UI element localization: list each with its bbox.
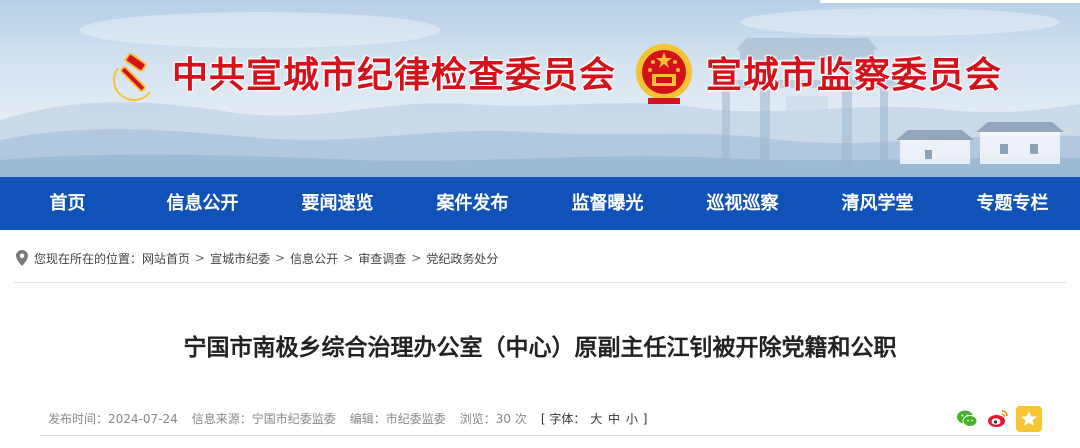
info-source: 信息来源：宁国市纪委监委 [191, 411, 336, 426]
header-banner: 中共宣城市纪律检查委员会 宣城市监察委员会 [0, 0, 1080, 177]
font-size-small-button[interactable]: 小 [626, 412, 638, 426]
nav-item-supervision-exposure[interactable]: 监督曝光 [540, 177, 675, 230]
party-emblem-icon [113, 52, 151, 101]
nav-item-news[interactable]: 要闻速览 [270, 177, 405, 230]
banner-title-supervision: 宣城市监察委员会 [706, 54, 1003, 96]
meta-divider [40, 435, 1040, 436]
nav-item-info-disclosure[interactable]: 信息公开 [135, 177, 270, 230]
article-container: 您现在所在的位置： 网站首页 > 宣城市纪委 > 信息公开 > 审查调查 > 党… [0, 230, 1080, 448]
add-favorite-button[interactable] [1016, 406, 1042, 432]
breadcrumb-item-commission[interactable]: 宣城市纪委 [210, 250, 270, 267]
national-emblem-icon [636, 44, 692, 104]
location-pin-icon [16, 250, 28, 266]
nav-item-inspection[interactable]: 巡视巡察 [675, 177, 810, 230]
view-count: 浏览：30 次 [459, 411, 527, 426]
breadcrumb-item-info-disclosure[interactable]: 信息公开 [290, 250, 338, 267]
main-nav: 首页 信息公开 要闻速览 案件发布 监督曝光 巡视巡察 清风学堂 专题专栏 [0, 177, 1080, 230]
font-size-large-button[interactable]: 大 [590, 412, 602, 426]
publish-time: 发布时间：2024-07-24 [48, 411, 178, 426]
share-wechat-button[interactable] [954, 406, 980, 432]
banner-title-discipline: 中共宣城市纪律检查委员会 [172, 54, 617, 96]
breadcrumb-prefix: 您现在所在的位置： [34, 251, 143, 266]
editor: 编辑：市纪委监委 [349, 411, 446, 426]
nav-item-integrity-school[interactable]: 清风学堂 [810, 177, 945, 230]
font-size-medium-button[interactable]: 中 [608, 412, 620, 426]
breadcrumb-separator: > [343, 251, 354, 265]
breadcrumb-item-home[interactable]: 网站首页 [142, 250, 190, 267]
article-title: 宁国市南极乡综合治理办公室（中心）原副主任江钊被开除党籍和公职 [183, 334, 897, 360]
breadcrumb-separator: > [275, 251, 286, 265]
nav-item-special-topics[interactable]: 专题专栏 [945, 177, 1080, 230]
breadcrumb-separator: > [411, 251, 422, 265]
breadcrumb-item-discipline-sanctions[interactable]: 党纪政务处分 [426, 250, 498, 267]
breadcrumb: 您现在所在的位置： 网站首页 > 宣城市纪委 > 信息公开 > 审查调查 > 党… [16, 248, 498, 268]
wechat-icon [957, 410, 978, 427]
share-weibo-button[interactable] [985, 406, 1011, 432]
top-strip [820, 0, 1080, 3]
weibo-icon [988, 410, 1008, 427]
breadcrumb-separator: > [195, 251, 206, 265]
breadcrumb-item-investigation[interactable]: 审查调查 [358, 250, 406, 267]
star-icon [1021, 411, 1037, 426]
nav-item-home[interactable]: 首页 [0, 177, 135, 230]
article-meta: 发布时间：2024-07-24 信息来源：宁国市纪委监委 编辑：市纪委监委 浏览… [48, 408, 647, 428]
font-size-close: ] [642, 411, 648, 426]
font-size-control: [ 字体： 大 中 小 ] [541, 410, 648, 427]
nav-item-case-release[interactable]: 案件发布 [405, 177, 540, 230]
breadcrumb-divider [14, 282, 1066, 283]
font-size-label: [ 字体： [540, 411, 586, 426]
